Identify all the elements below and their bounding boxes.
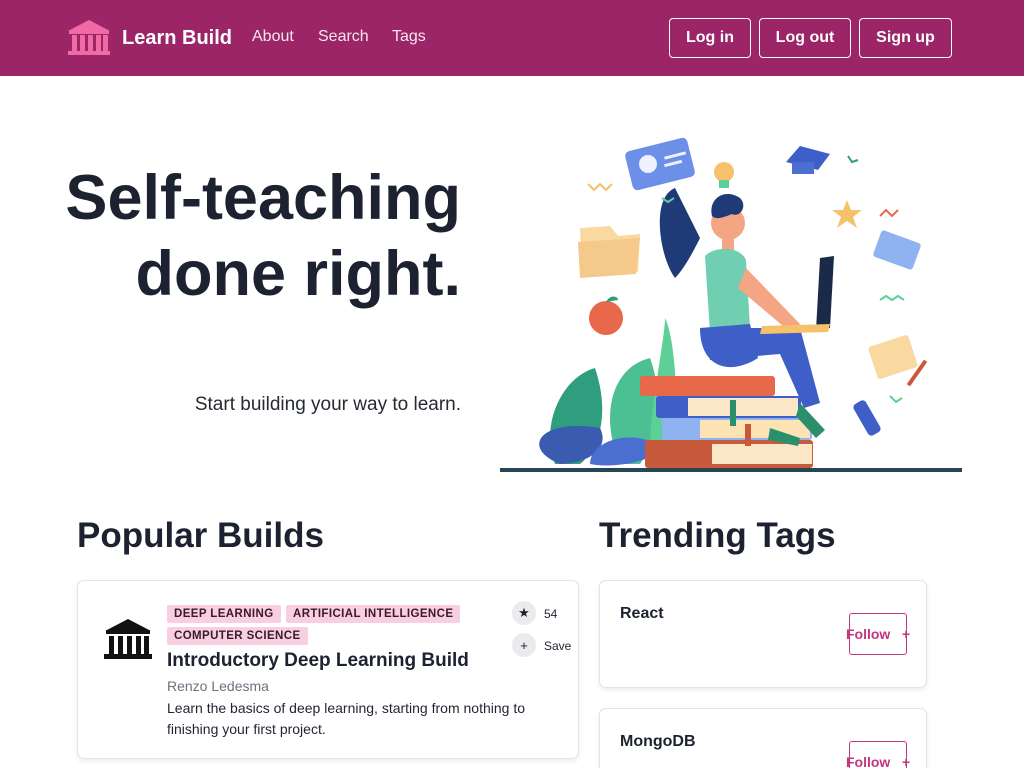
brand-link[interactable]: Learn Build [66,18,232,58]
star-count: 54 [544,607,558,621]
hero-subtitle: Start building your way to learn. [194,394,461,415]
bank-logo-icon [68,20,110,55]
popular-builds-heading: Popular Builds [77,516,324,555]
signup-button[interactable]: Sign up [859,18,952,58]
build-tag-chip[interactable]: COMPUTER SCIENCE [167,627,308,645]
build-card[interactable]: DEEP LEARNING ARTIFICIAL INTELLIGENCE CO… [77,580,579,759]
follow-button[interactable]: Follow + [846,613,911,655]
plus-icon: + [902,626,911,642]
hero-illustration [500,137,962,472]
tag-name[interactable]: MongoDB [620,733,696,751]
brand-name: Learn Build [122,26,233,49]
build-tag-chip[interactable]: DEEP LEARNING [167,605,281,623]
navbar: Learn Build About Search Tags Log in Log… [0,0,1024,76]
logout-button[interactable]: Log out [759,18,851,58]
nav-link-about[interactable]: About [252,28,294,46]
hero-title: Self-teaching done right. [65,163,461,309]
build-title[interactable]: Introductory Deep Learning Build [167,650,469,672]
follow-label: Follow [846,626,891,642]
tag-card: MongoDB Follow + [599,708,927,768]
login-button[interactable]: Log in [669,18,751,58]
nav-link-tags[interactable]: Tags [392,28,426,46]
build-description: Learn the basics of deep learning, start… [167,700,525,737]
tag-card: React Follow + [599,580,927,688]
tag-name[interactable]: React [620,605,664,623]
nav-link-search[interactable]: Search [318,28,369,46]
build-tag-chip[interactable]: ARTIFICIAL INTELLIGENCE [286,605,461,623]
save-label[interactable]: Save [544,639,571,653]
trending-tags-heading: Trending Tags [599,516,836,555]
follow-label: Follow [846,754,891,768]
plus-icon: + [902,754,911,768]
bank-logo-icon [104,619,152,659]
build-author[interactable]: Renzo Ledesma [167,678,269,694]
plus-icon[interactable]: + [512,633,536,657]
follow-button[interactable]: Follow + [846,741,911,768]
star-icon[interactable]: ★ [512,601,536,625]
